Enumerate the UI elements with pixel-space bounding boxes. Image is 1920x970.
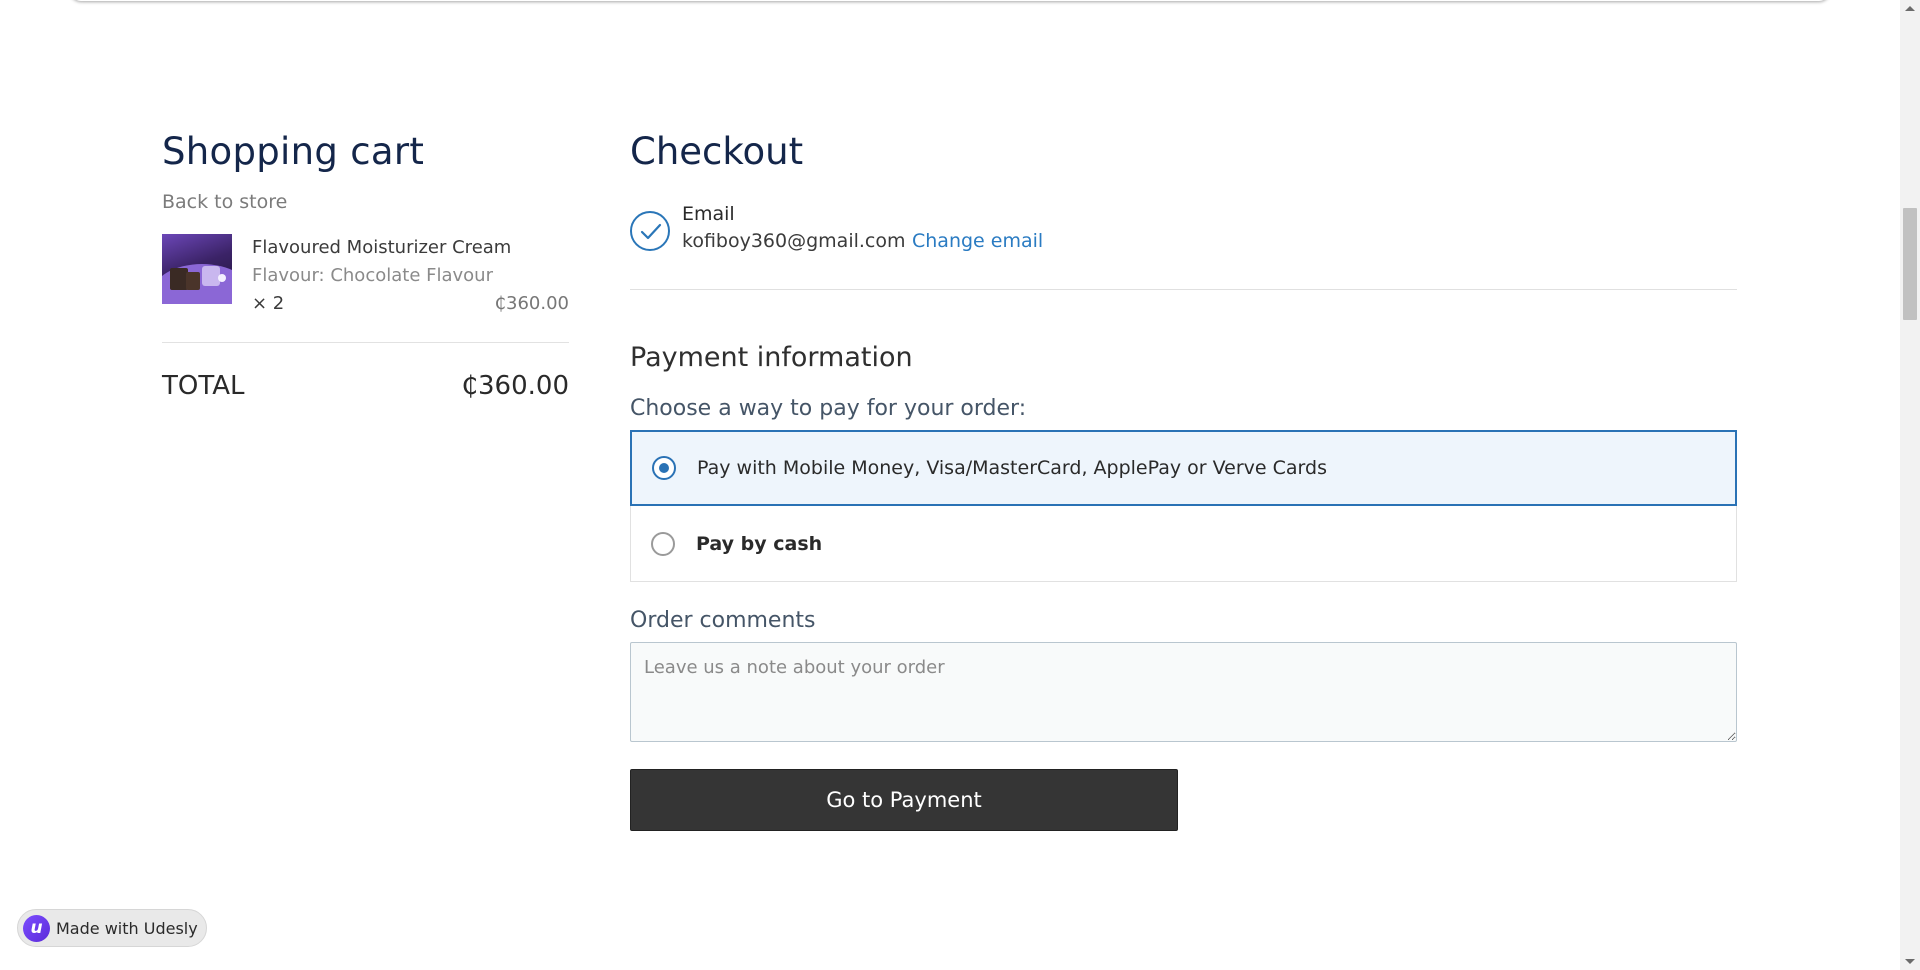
email-divider [630,289,1737,290]
udesly-logo-icon: u [23,914,50,942]
payment-heading: Payment information [630,342,913,373]
header-shadow [70,0,1830,1]
payment-option-label: Pay by cash [696,532,823,555]
scroll-up-icon[interactable] [1905,6,1915,11]
payment-option-cash[interactable]: Pay by cash [630,506,1737,582]
change-email-link[interactable]: Change email [912,230,1043,252]
radio-selected-icon[interactable] [652,456,676,480]
back-to-store-link[interactable]: Back to store [162,191,569,213]
made-with-udesly-badge[interactable]: u Made with Udesly [17,909,207,947]
radio-unselected-icon[interactable] [651,531,675,556]
total-label: TOTAL [162,371,245,401]
cart-item-info: Flavoured Moisturizer Cream Flavour: Cho… [252,234,569,316]
payment-option-mobile-money[interactable]: Pay with Mobile Money, Visa/MasterCard, … [630,430,1737,506]
email-section: Email kofiboy360@gmail.com Change email [630,203,1737,259]
go-to-payment-button[interactable]: Go to Payment [630,769,1178,831]
cart-title: Shopping cart [162,130,425,173]
checkout-panel: Checkout Email kofiboy360@gmail.com Chan… [630,130,1737,831]
email-value: kofiboy360@gmail.com [682,230,906,252]
checkout-title: Checkout [630,130,804,173]
cart-item-qty-row: × 2 ₵360.00 [252,292,569,316]
shopping-cart-panel: Shopping cart Back to store Flavoured Mo… [162,130,569,401]
payment-option-label: Pay with Mobile Money, Visa/MasterCard, … [697,457,1327,479]
cart-item-quantity: × 2 [252,293,285,314]
order-comments-label: Order comments [630,608,816,633]
email-label: Email [682,203,735,225]
cart-item-price: ₵360.00 [494,293,569,314]
badge-text: Made with Udesly [56,918,198,938]
cart-item-variant: Flavour: Chocolate Flavour [252,265,493,286]
payment-prompt: Choose a way to pay for your order: [630,396,1027,421]
cart-divider [162,342,569,343]
total-value: ₵360.00 [461,371,569,401]
scrollbar-thumb[interactable] [1903,208,1917,320]
scroll-down-icon[interactable] [1905,959,1915,964]
order-comments-input[interactable] [630,642,1737,742]
checkmark-circle-icon [630,211,670,251]
cart-item: Flavoured Moisturizer Cream Flavour: Cho… [162,234,569,314]
payment-options: Pay with Mobile Money, Visa/MasterCard, … [630,430,1737,582]
page-scrollbar[interactable] [1900,0,1920,970]
product-photo-icon [162,234,232,304]
cart-total-row: TOTAL ₵360.00 [162,371,569,401]
cart-item-name: Flavoured Moisturizer Cream [252,237,512,258]
